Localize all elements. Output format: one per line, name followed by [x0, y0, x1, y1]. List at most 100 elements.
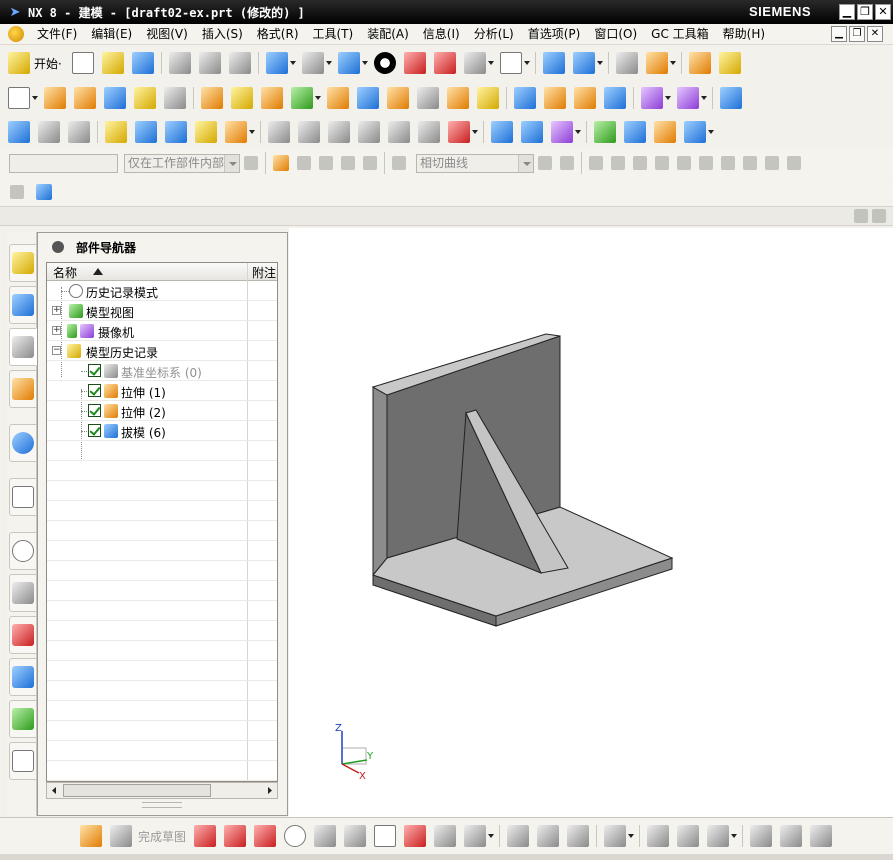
hole-icon[interactable] — [134, 87, 156, 109]
stack-icon[interactable] — [68, 121, 90, 143]
tree-row-model-views[interactable]: + 模型视图 — [47, 301, 277, 321]
orient-view-icon[interactable] — [373, 52, 396, 74]
g2-continuity-icon[interactable] — [388, 121, 410, 143]
face-analysis-icon[interactable] — [298, 121, 320, 143]
assembly-icon[interactable] — [641, 87, 663, 109]
horizontal-scrollbar[interactable] — [46, 782, 278, 799]
measure-distance-icon[interactable] — [8, 121, 30, 143]
shell-icon[interactable] — [417, 87, 439, 109]
snap-on-curve-icon[interactable] — [765, 156, 779, 170]
menu-analysis[interactable]: 分析(L) — [467, 24, 521, 45]
constraint-navigator-tab[interactable] — [9, 286, 37, 324]
edit-section-icon[interactable] — [433, 52, 456, 74]
dropdown-arrow-icon[interactable] — [487, 61, 494, 65]
axis-icon[interactable] — [684, 121, 706, 143]
expand-icon[interactable]: + — [52, 306, 61, 315]
move-object-icon[interactable] — [542, 52, 565, 74]
snap-arc-center-icon[interactable] — [699, 156, 713, 170]
graphics-window[interactable]: Z Y X — [289, 228, 893, 817]
tree-row-draft[interactable]: 拔模 (6) — [47, 421, 277, 441]
panel-resize-grip[interactable] — [142, 802, 182, 808]
table-icon[interactable] — [654, 121, 676, 143]
profile-icon[interactable] — [194, 825, 217, 847]
unite-icon[interactable] — [231, 87, 253, 109]
history-tab[interactable] — [9, 532, 37, 570]
snap-point-icon[interactable] — [273, 155, 289, 171]
point-icon[interactable] — [291, 87, 313, 109]
dropdown-arrow-icon[interactable] — [325, 61, 332, 65]
dimension-icon[interactable] — [604, 825, 627, 847]
web-browser-tab[interactable] — [9, 424, 37, 462]
mirror-curve-icon[interactable] — [750, 825, 773, 847]
tape-icon[interactable] — [105, 121, 127, 143]
project-curve-icon[interactable] — [780, 825, 803, 847]
filter-icon[interactable] — [244, 156, 258, 170]
dropdown-arrow-icon[interactable] — [669, 61, 676, 65]
part-navigator-tab[interactable] — [9, 328, 37, 366]
cut-icon[interactable] — [168, 52, 191, 74]
add-component-icon[interactable] — [677, 87, 699, 109]
doc-restore-button[interactable]: ❐ — [849, 26, 865, 42]
datum-plane-icon[interactable] — [261, 87, 283, 109]
spring-icon[interactable] — [491, 121, 513, 143]
type-filter-select[interactable] — [9, 153, 118, 173]
render-style-icon[interactable] — [301, 52, 324, 74]
measure-body-icon[interactable] — [38, 121, 60, 143]
measure-tab[interactable] — [9, 658, 37, 696]
snap-quadrant-icon[interactable] — [721, 156, 735, 170]
curve-rule-option-icon[interactable] — [538, 156, 552, 170]
menu-window[interactable]: 窗口(O) — [587, 24, 644, 45]
scroll-right-icon[interactable] — [262, 783, 277, 798]
menu-assemblies[interactable]: 装配(A) — [360, 24, 416, 45]
list-icon[interactable] — [624, 121, 646, 143]
work-part-icon[interactable] — [36, 184, 52, 200]
new-file-icon[interactable] — [71, 52, 94, 74]
boss-icon[interactable] — [164, 87, 186, 109]
column-name-header[interactable]: 名称 — [53, 264, 77, 281]
layer-settings-icon[interactable] — [615, 52, 638, 74]
finish-sketch-button[interactable]: 完成草图 — [138, 828, 186, 845]
snap-control-icon[interactable] — [633, 156, 647, 170]
extrude-icon[interactable] — [44, 87, 66, 109]
dropdown-arrow-icon[interactable] — [249, 130, 255, 134]
dropdown-arrow-icon[interactable] — [731, 834, 738, 838]
doc-minimize-button[interactable]: ▁ — [831, 26, 847, 42]
menu-view[interactable]: 视图(V) — [139, 24, 195, 45]
sketch-name-icon[interactable] — [80, 825, 102, 847]
copy-icon[interactable] — [198, 52, 221, 74]
delete-face-icon[interactable] — [574, 87, 596, 109]
layout-icon[interactable] — [854, 209, 868, 223]
constraint-sketch-icon[interactable] — [647, 825, 670, 847]
synchronous-icon[interactable] — [604, 87, 626, 109]
dropdown-arrow-icon[interactable] — [628, 834, 635, 838]
select-edge-icon[interactable] — [341, 156, 355, 170]
pen-icon[interactable] — [521, 121, 543, 143]
menu-help[interactable]: 帮助(H) — [716, 24, 772, 45]
paste-icon[interactable] — [228, 52, 251, 74]
visibility-checkbox[interactable] — [88, 384, 101, 397]
select-body-icon[interactable] — [363, 156, 377, 170]
dropdown-arrow-icon[interactable] — [472, 130, 478, 134]
replace-face-icon[interactable] — [514, 87, 536, 109]
block-icon[interactable] — [104, 87, 126, 109]
roles-tab[interactable] — [9, 700, 37, 738]
visibility-checkbox[interactable] — [88, 404, 101, 417]
move-face-icon[interactable] — [544, 87, 566, 109]
show-hide-icon[interactable] — [718, 52, 741, 74]
dropdown-arrow-icon[interactable] — [596, 61, 603, 65]
process-studio-tab[interactable] — [9, 574, 37, 612]
orient-csys-icon[interactable] — [572, 52, 595, 74]
select-face-icon[interactable] — [319, 156, 333, 170]
fullscreen-icon[interactable] — [872, 209, 886, 223]
circle-icon[interactable] — [284, 825, 307, 847]
surface-icon[interactable] — [720, 87, 742, 109]
menu-app-icon[interactable] — [8, 26, 24, 42]
pin-icon[interactable] — [52, 241, 64, 253]
close-window-button[interactable]: ✕ — [875, 4, 891, 20]
edge-blend-icon[interactable] — [327, 87, 349, 109]
chevron-down-icon[interactable] — [224, 154, 239, 172]
offset-face-icon[interactable] — [447, 87, 469, 109]
chamfer-sketch-icon[interactable] — [344, 825, 367, 847]
deviation-icon[interactable] — [448, 121, 470, 143]
snap-end-icon[interactable] — [589, 156, 603, 170]
